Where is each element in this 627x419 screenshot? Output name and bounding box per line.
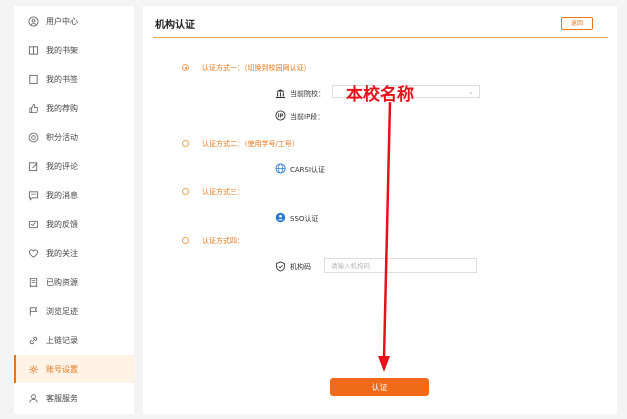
flag-icon xyxy=(26,304,40,318)
sidebar-item-user-center[interactable]: 用户中心 xyxy=(14,7,134,35)
method-3-radio[interactable] xyxy=(182,188,189,195)
sidebar-item-recommendations[interactable]: 我的荐购 xyxy=(14,94,134,122)
ip-icon: IP xyxy=(275,110,286,121)
current-school-label: 当前院校： xyxy=(290,90,325,98)
sidebar: 用户中心 我的书架 我的书签 我的荐购 积分活动 我的评论 我的消息 我的反馈 … xyxy=(14,6,134,414)
sidebar-item-label: 我的书架 xyxy=(46,45,78,55)
globe-icon xyxy=(275,163,286,174)
title-divider xyxy=(153,37,608,38)
sidebar-item-chain-records[interactable]: 上链记录 xyxy=(14,326,134,354)
sidebar-item-label: 浏览足迹 xyxy=(46,306,78,316)
sso-icon xyxy=(275,212,286,223)
sidebar-item-comments[interactable]: 我的评论 xyxy=(14,152,134,180)
method-1-radio[interactable] xyxy=(182,64,189,71)
sidebar-item-label: 我的荐购 xyxy=(46,103,78,113)
bookshelf-icon xyxy=(26,43,40,57)
carsi-label[interactable]: CARSI认证 xyxy=(290,165,325,175)
sidebar-item-label: 我的评论 xyxy=(46,161,78,171)
sidebar-item-following[interactable]: 我的关注 xyxy=(14,239,134,267)
sidebar-item-label: 用户中心 xyxy=(46,16,78,26)
sidebar-item-bookshelf[interactable]: 我的书架 xyxy=(14,36,134,64)
sidebar-item-label: 我的关注 xyxy=(46,248,78,258)
sidebar-item-customer-service[interactable]: 客服服务 xyxy=(14,384,134,412)
institution-code-label: 机构码 xyxy=(290,263,311,271)
bookmark-icon xyxy=(26,72,40,86)
method-4-radio[interactable] xyxy=(182,237,189,244)
feedback-icon xyxy=(26,217,40,231)
service-icon xyxy=(26,391,40,405)
heart-icon xyxy=(26,246,40,260)
sidebar-item-label: 积分活动 xyxy=(46,132,78,142)
user-icon xyxy=(26,14,40,28)
submit-button[interactable]: 认证 xyxy=(330,378,429,396)
method-3-label[interactable]: 认证方式三： xyxy=(202,187,244,197)
svg-text:IP: IP xyxy=(278,114,284,120)
receipt-icon xyxy=(26,275,40,289)
sidebar-item-points[interactable]: 积分活动 xyxy=(14,123,134,151)
sidebar-item-feedback[interactable]: 我的反馈 xyxy=(14,210,134,238)
sidebar-item-label: 我的消息 xyxy=(46,190,78,200)
chevron-down-icon: ⌄ xyxy=(468,88,474,96)
settings-icon xyxy=(26,362,40,376)
message-icon xyxy=(26,188,40,202)
sidebar-item-bookmarks[interactable]: 我的书签 xyxy=(14,65,134,93)
link-icon xyxy=(26,333,40,347)
sidebar-item-label: 客服服务 xyxy=(46,393,78,403)
points-icon xyxy=(26,130,40,144)
edit-icon xyxy=(26,159,40,173)
sidebar-item-label: 账号设置 xyxy=(46,364,78,374)
method-4-label[interactable]: 认证方式四： xyxy=(202,236,244,246)
annotation-text: 本校名称 xyxy=(346,85,414,105)
sidebar-item-label: 上链记录 xyxy=(46,335,78,345)
main-panel: 机构认证 返回 认证方式一：（切换到校园网认证） 当前院校： ⌄ IP 当前IP… xyxy=(143,6,617,414)
sidebar-item-account-settings[interactable]: 账号设置 xyxy=(14,355,134,383)
institution-icon xyxy=(275,88,286,99)
thumbs-up-icon xyxy=(26,101,40,115)
back-button[interactable]: 返回 xyxy=(561,17,593,30)
sidebar-item-label: 我的书签 xyxy=(46,74,78,84)
sidebar-item-label: 已购资源 xyxy=(46,277,78,287)
sidebar-item-purchased[interactable]: 已购资源 xyxy=(14,268,134,296)
sidebar-item-history[interactable]: 浏览足迹 xyxy=(14,297,134,325)
method-1-label[interactable]: 认证方式一：（切换到校园网认证） xyxy=(202,63,311,73)
institution-code-input[interactable] xyxy=(324,258,477,273)
page-title: 机构认证 xyxy=(155,20,195,31)
sidebar-item-label: 我的反馈 xyxy=(46,219,78,229)
sso-label[interactable]: SSO认证 xyxy=(290,214,318,224)
shield-check-icon xyxy=(275,261,286,272)
sidebar-item-messages[interactable]: 我的消息 xyxy=(14,181,134,209)
method-2-label[interactable]: 认证方式二：（使用学号/工号） xyxy=(202,139,299,149)
method-2-radio[interactable] xyxy=(182,140,189,147)
current-ip-label: 当前IP段： xyxy=(290,113,325,121)
